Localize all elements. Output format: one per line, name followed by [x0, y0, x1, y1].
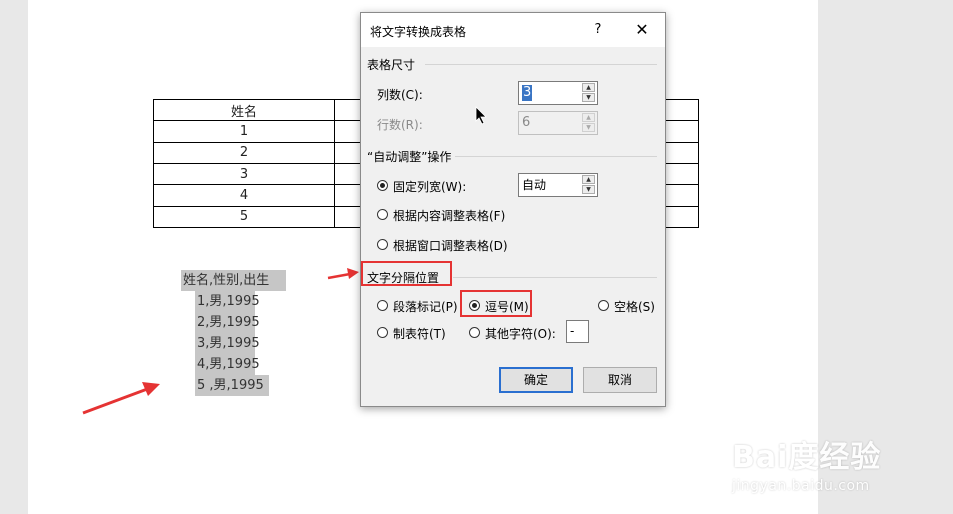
- selected-text-line[interactable]: 5 ,男,1995: [195, 375, 269, 396]
- spin-down-icon[interactable]: ▼: [582, 93, 595, 102]
- table-cell: 2: [153, 141, 335, 164]
- columns-spinner[interactable]: 3 ▲ ▼: [518, 81, 598, 105]
- fit-content-radio[interactable]: [377, 209, 388, 220]
- other-char-label[interactable]: 其他字符(O):: [485, 325, 556, 342]
- separator-highlight-box: [361, 261, 452, 286]
- fit-window-radio[interactable]: [377, 239, 388, 250]
- tab-radio[interactable]: [377, 327, 388, 338]
- other-char-radio[interactable]: [469, 327, 480, 338]
- fit-window-label[interactable]: 根据窗口调整表格(D): [393, 237, 508, 254]
- fixed-width-label[interactable]: 固定列宽(W):: [393, 178, 466, 195]
- columns-value[interactable]: 3: [522, 85, 533, 101]
- table-cell: 3: [153, 162, 335, 186]
- selected-text-line[interactable]: 1,男,1995: [195, 291, 260, 312]
- rows-spinner: 6 ▲ ▼: [518, 111, 598, 135]
- table-cell: 姓名: [153, 98, 335, 122]
- red-arrow-icon: [327, 268, 359, 280]
- space-radio[interactable]: [598, 300, 609, 311]
- red-arrow-icon: [82, 382, 160, 415]
- spinner-buttons: ▲ ▼: [582, 175, 596, 195]
- autofit-group-label: “自动调整”操作: [367, 150, 452, 164]
- help-button[interactable]: ?: [589, 19, 607, 41]
- tab-label[interactable]: 制表符(T): [393, 325, 446, 342]
- columns-label: 列数(C):: [377, 86, 423, 103]
- selected-text-line[interactable]: 3,男,1995: [195, 333, 260, 354]
- spin-up-icon[interactable]: ▲: [582, 83, 595, 92]
- other-char-input[interactable]: -: [566, 320, 589, 343]
- rows-value: 6: [522, 115, 531, 130]
- fixed-width-radio[interactable]: [377, 180, 388, 191]
- spin-down-icon[interactable]: ▼: [582, 185, 595, 194]
- spin-up-icon: ▲: [582, 113, 595, 122]
- paragraph-mark-label[interactable]: 段落标记(P): [393, 298, 458, 315]
- table-cell: 4: [153, 184, 335, 207]
- group-divider: [455, 156, 657, 157]
- spinner-buttons: ▲ ▼: [582, 83, 596, 103]
- close-button[interactable]: ✕: [629, 19, 655, 41]
- spinner-buttons: ▲ ▼: [582, 113, 596, 133]
- ok-button[interactable]: 确定: [499, 367, 573, 393]
- space-label[interactable]: 空格(S): [614, 298, 655, 315]
- selected-text-line[interactable]: 4,男,1995: [195, 354, 260, 375]
- convert-text-to-table-dialog: 将文字转换成表格 ? ✕ 表格尺寸 列数(C): 3 ▲ ▼ 行数(R): 6 …: [360, 12, 666, 407]
- watermark-main: Bai度经验: [732, 440, 882, 475]
- baidu-jingyan-watermark: Bai度经验 jingyan.baidu.com: [732, 432, 881, 494]
- table-cell: 5: [153, 205, 335, 229]
- dialog-title-bar[interactable]: 将文字转换成表格 ? ✕: [361, 13, 665, 47]
- columns-label-text: 列数(C):: [377, 88, 423, 102]
- table-cell: 1: [153, 120, 335, 143]
- fixed-width-spinner[interactable]: 自动 ▲ ▼: [518, 173, 598, 197]
- group-divider: [425, 64, 657, 65]
- spin-up-icon[interactable]: ▲: [582, 175, 595, 184]
- fixed-width-value[interactable]: 自动: [522, 177, 546, 193]
- dialog-title: 将文字转换成表格: [370, 25, 467, 39]
- selected-text-line[interactable]: 姓名,性别,出生: [181, 270, 286, 291]
- comma-highlight-box: [460, 290, 532, 317]
- mouse-cursor-icon: [475, 106, 487, 125]
- rows-label: 行数(R):: [377, 118, 423, 132]
- group-divider: [453, 277, 657, 278]
- spin-down-icon: ▼: [582, 123, 595, 132]
- cancel-button[interactable]: 取消: [583, 367, 657, 393]
- fit-content-label[interactable]: 根据内容调整表格(F): [393, 207, 505, 224]
- selected-text-line[interactable]: 2,男,1995: [195, 312, 260, 333]
- watermark-sub: jingyan.baidu.com: [732, 478, 870, 494]
- table-size-group-label: 表格尺寸: [367, 58, 416, 72]
- paragraph-mark-radio[interactable]: [377, 300, 388, 311]
